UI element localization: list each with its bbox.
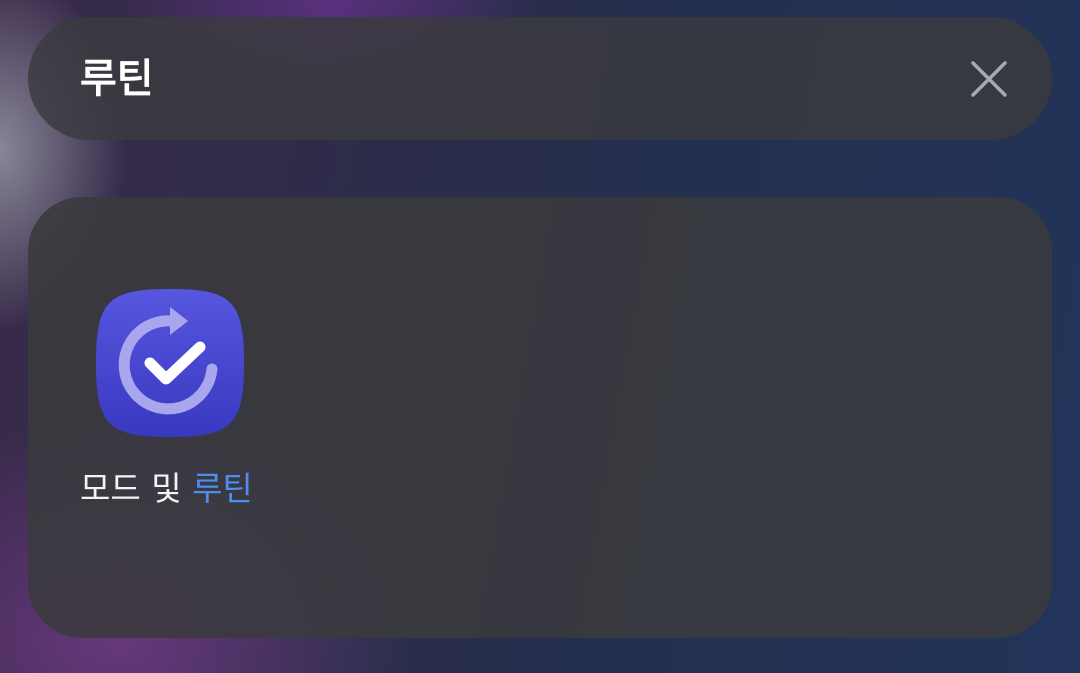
app-result-modes-and-routines[interactable]: 모드 및 루틴 [72,285,292,525]
app-label-match-highlight: 루틴 [192,469,253,508]
modes-and-routines-icon [96,289,244,437]
search-bar[interactable]: 루틴 [28,17,1052,140]
clear-search-button[interactable] [962,52,1016,106]
close-icon [971,61,1007,97]
search-results-card: 모드 및 루틴 [28,197,1052,638]
app-label-prefix: 모드 및 [80,469,193,508]
search-query-text[interactable]: 루틴 [80,49,154,109]
app-label: 모드 및 루틴 [80,467,253,511]
